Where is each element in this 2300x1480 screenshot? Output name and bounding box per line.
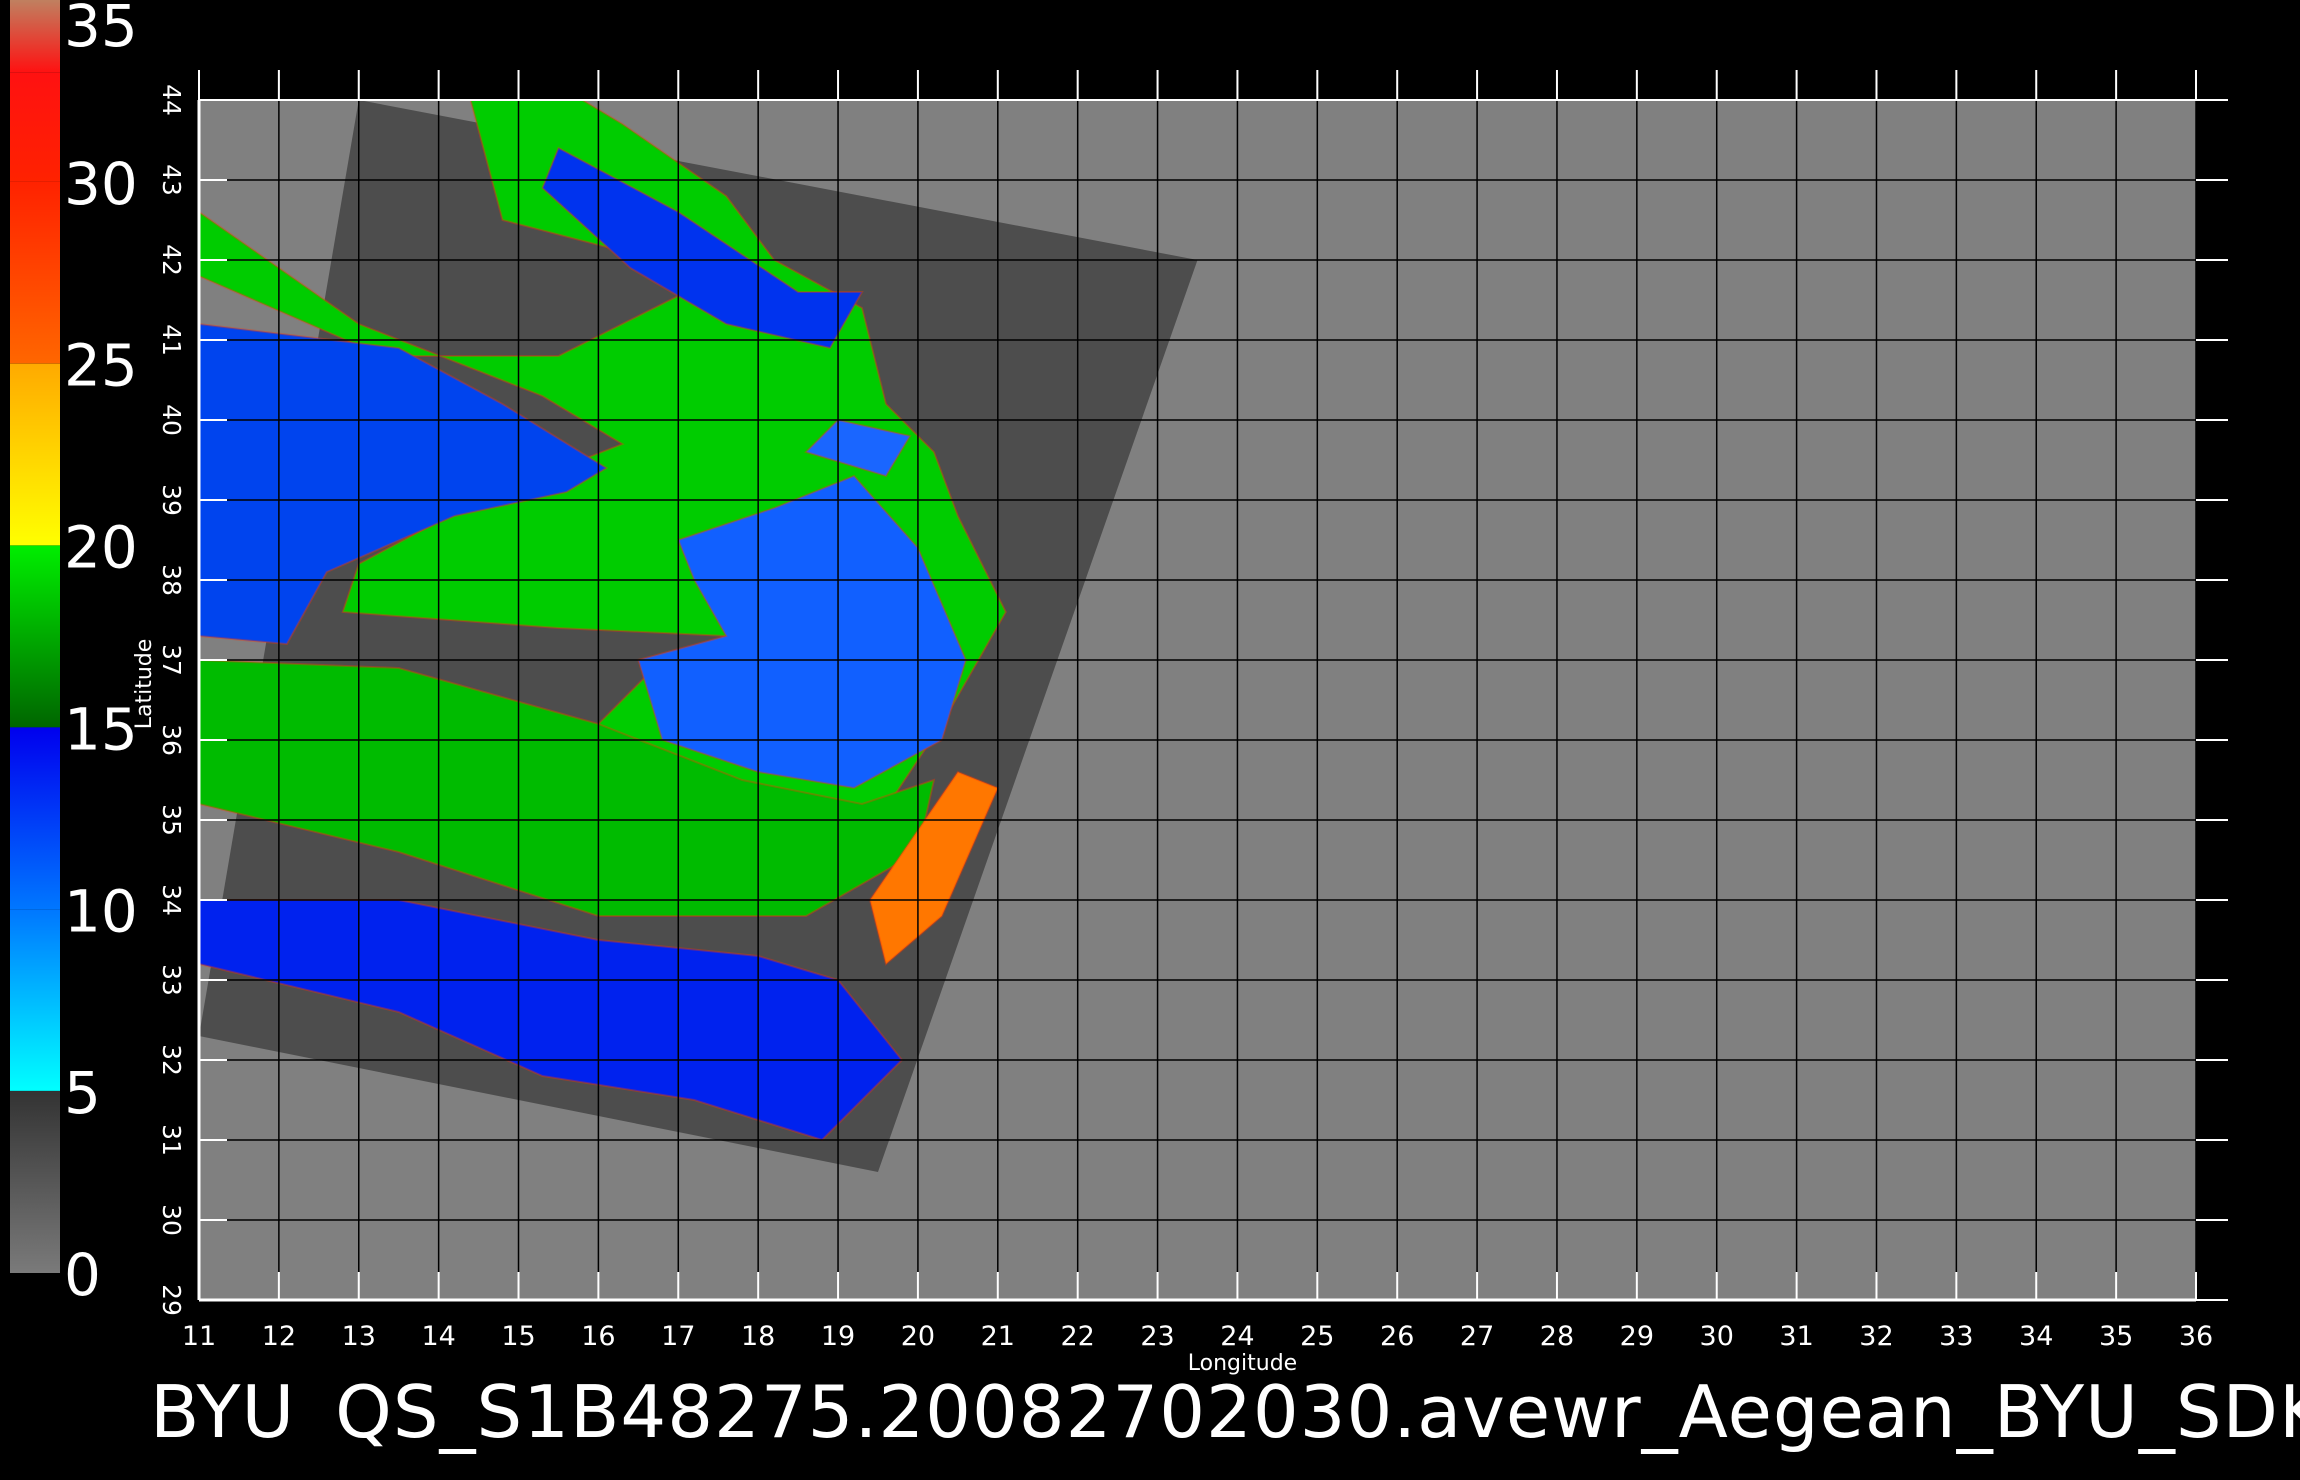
lat-tick-label: 40 bbox=[157, 404, 186, 436]
lon-tick-label: 22 bbox=[1061, 1321, 1095, 1352]
lat-tick-label: 33 bbox=[157, 964, 186, 996]
lat-tick-label: 39 bbox=[157, 484, 186, 516]
lon-tick-label: 16 bbox=[581, 1321, 615, 1352]
colorbar-segment bbox=[10, 1090, 60, 1092]
title-filename: QS_S1B48275.20082702030.avewr_Aegean_BYU… bbox=[335, 1370, 2300, 1454]
lat-tick-label: 34 bbox=[157, 884, 186, 916]
colorbar-segment bbox=[10, 727, 60, 728]
lat-tick-label: 43 bbox=[157, 164, 186, 196]
colorbar-label: 0 bbox=[64, 1241, 101, 1309]
lat-tick-label: 37 bbox=[157, 644, 186, 676]
colorbar-label: 30 bbox=[64, 150, 138, 218]
lon-tick-label: 24 bbox=[1220, 1321, 1254, 1352]
colorbar-segment bbox=[10, 1091, 60, 1273]
lon-tick-label: 30 bbox=[1700, 1321, 1734, 1352]
colorbar-label: 25 bbox=[64, 332, 138, 400]
lon-tick-label: 26 bbox=[1380, 1321, 1414, 1352]
lon-tick-label: 14 bbox=[421, 1321, 455, 1352]
lon-tick-label: 11 bbox=[182, 1321, 216, 1352]
colorbar-segment bbox=[10, 363, 60, 546]
lon-tick-label: 15 bbox=[501, 1321, 535, 1352]
lon-tick-label: 17 bbox=[661, 1321, 695, 1352]
colorbar-segment bbox=[10, 181, 60, 364]
lat-tick-label: 31 bbox=[157, 1124, 186, 1156]
latitude-tick-labels: 29 30 31 32 33 34 35 36 37 38 39 40 41 42 43 44 bbox=[157, 84, 186, 1316]
lat-tick-label: 42 bbox=[157, 244, 186, 276]
title-prefix: BYU bbox=[150, 1370, 296, 1454]
lon-tick-label: 12 bbox=[262, 1321, 296, 1352]
lat-tick-label: 44 bbox=[157, 84, 186, 116]
colorbar bbox=[10, 0, 60, 1273]
y-axis-label: Latitude bbox=[132, 639, 157, 730]
lat-tick-label: 30 bbox=[157, 1204, 186, 1236]
colorbar-labels: 35 30 25 20 15 10 5 0 bbox=[64, 0, 138, 1309]
colorbar-segment bbox=[10, 363, 60, 364]
longitude-tick-labels: 11 12 13 14 15 16 17 18 19 20 21 22 23 24 25 26 27 28 29 30… bbox=[182, 1321, 2213, 1352]
lon-tick-label: 23 bbox=[1140, 1321, 1174, 1352]
map-canvas: 35 30 25 20 15 10 5 0 11 12 13 14 15 16 17 18 19 20 21 22 2… bbox=[10, 0, 2228, 1376]
colorbar-segment bbox=[10, 545, 60, 546]
colorbar-segment bbox=[10, 909, 60, 1091]
lon-tick-label: 18 bbox=[741, 1321, 775, 1352]
lon-tick-label: 35 bbox=[2099, 1321, 2133, 1352]
image-title: BYU QS_S1B48275.20082702030.avewr_Aegean_… bbox=[150, 1362, 2300, 1462]
lon-tick-label: 20 bbox=[901, 1321, 935, 1352]
lon-tick-label: 33 bbox=[1939, 1321, 1973, 1352]
lat-tick-label: 32 bbox=[157, 1044, 186, 1076]
lon-tick-label: 34 bbox=[2019, 1321, 2053, 1352]
colorbar-segment bbox=[10, 545, 60, 728]
colorbar-segment bbox=[10, 72, 60, 182]
colorbar-segment bbox=[10, 727, 60, 910]
lon-tick-label: 19 bbox=[821, 1321, 855, 1352]
colorbar-label: 35 bbox=[64, 0, 138, 60]
colorbar-segment bbox=[10, 0, 60, 73]
lat-tick-label: 36 bbox=[157, 724, 186, 756]
lon-tick-label: 25 bbox=[1300, 1321, 1334, 1352]
lon-tick-label: 21 bbox=[981, 1321, 1015, 1352]
lon-tick-label: 31 bbox=[1779, 1321, 1813, 1352]
colorbar-label: 5 bbox=[64, 1059, 101, 1127]
lat-tick-label: 38 bbox=[157, 564, 186, 596]
colorbar-label: 20 bbox=[64, 514, 138, 582]
lon-tick-label: 13 bbox=[342, 1321, 376, 1352]
colorbar-label: 10 bbox=[64, 877, 138, 945]
lon-tick-label: 29 bbox=[1620, 1321, 1654, 1352]
lon-tick-label: 28 bbox=[1540, 1321, 1574, 1352]
lon-tick-label: 32 bbox=[1859, 1321, 1893, 1352]
lat-tick-label: 41 bbox=[157, 324, 186, 356]
lon-tick-label: 27 bbox=[1460, 1321, 1494, 1352]
colorbar-label: 15 bbox=[64, 695, 138, 763]
lat-tick-label: 35 bbox=[157, 804, 186, 836]
lat-tick-label: 29 bbox=[157, 1284, 186, 1316]
lon-tick-label: 36 bbox=[2179, 1321, 2213, 1352]
